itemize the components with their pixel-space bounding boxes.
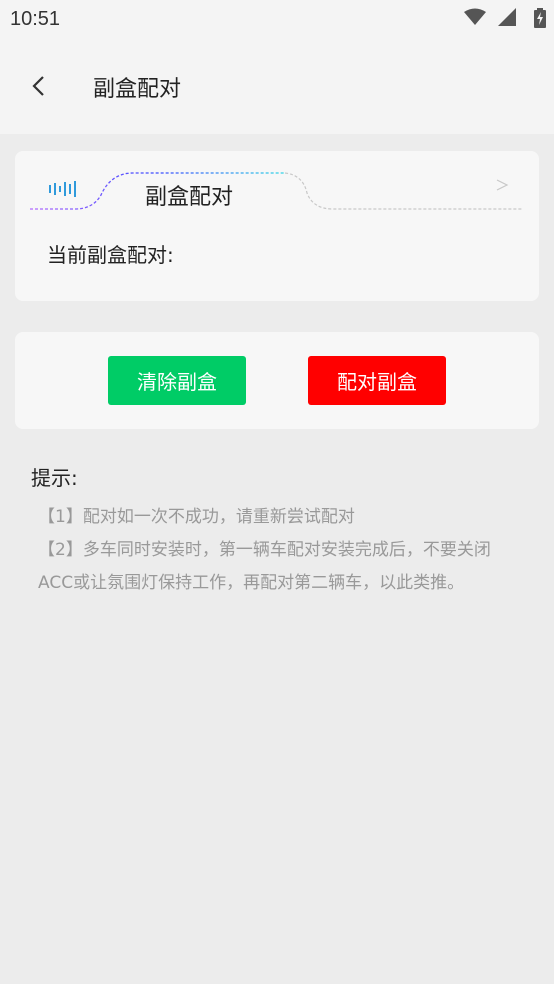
signal-icon	[498, 8, 516, 26]
card-title: 副盒配对	[145, 185, 234, 210]
tip-item: 【2】多车同时安装时，第一辆车配对安装完成后，不要关闭ACC或让氛围灯保持工作，…	[38, 540, 491, 593]
back-button[interactable]	[20, 68, 56, 104]
status-time: 10:51	[10, 8, 61, 30]
status-bar: 10:51	[0, 0, 554, 38]
clear-sub-box-button[interactable]: 清除副盒	[108, 356, 246, 405]
audio-wave-icon	[49, 181, 76, 197]
battery-charging-icon	[534, 8, 546, 28]
card-header-decoration	[30, 172, 523, 210]
pair-status-card: 副盒配对 当前副盒配对:	[15, 151, 539, 301]
chevron-right-icon	[496, 179, 509, 191]
tip-item: 【1】配对如一次不成功，请重新尝试配对	[38, 507, 355, 527]
pair-sub-box-button[interactable]: 配对副盒	[308, 356, 446, 405]
tips-title: 提示:	[31, 466, 78, 490]
page-title: 副盒配对	[93, 77, 182, 102]
chevron-left-icon	[32, 76, 44, 96]
actions-card: 清除副盒 配对副盒	[15, 332, 539, 429]
app-bar: 副盒配对	[0, 38, 554, 134]
pair-status-label: 当前副盒配对:	[47, 243, 174, 267]
wifi-icon	[464, 8, 486, 25]
